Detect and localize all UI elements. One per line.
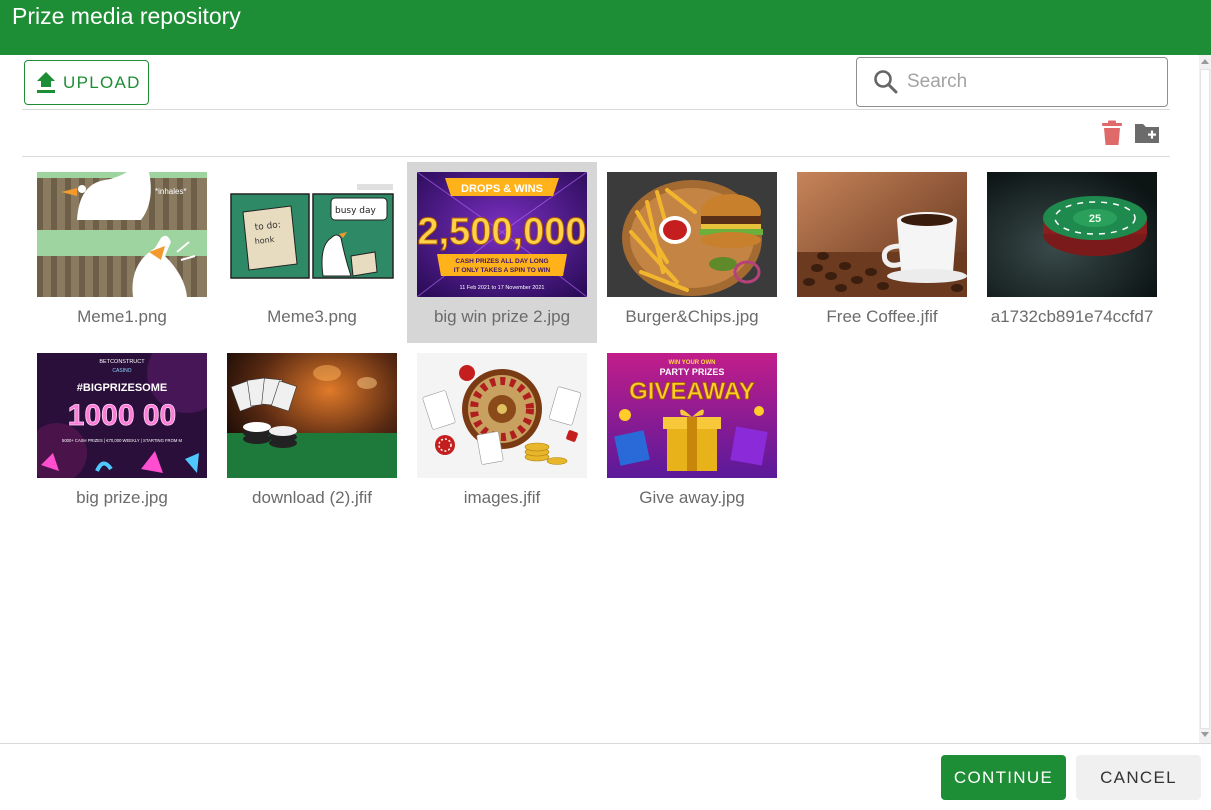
thumbnail-image: [227, 353, 397, 478]
prize-footer-text: 5000+ CASH PRIZES | €70,000 WEEKLY | STA…: [62, 438, 182, 443]
continue-button[interactable]: CONTINUE: [941, 755, 1066, 800]
promo-line2-text: IT ONLY TAKES A SPIN TO WIN: [454, 267, 551, 274]
scroll-up-arrow-icon[interactable]: [1201, 59, 1209, 64]
media-name: images.jfif: [463, 488, 541, 507]
media-name: download (2).jfif: [251, 488, 372, 507]
thumbnail-image: [797, 172, 967, 297]
media-tile[interactable]: Burger&Chips.jpg: [597, 162, 787, 343]
thumbnail-image: [607, 172, 777, 297]
promo-dates-text: 11 Feb 2021 to 17 November 2021: [460, 285, 545, 291]
media-name: big prize.jpg: [76, 488, 168, 507]
brand-text: BETCONSTRUCT: [99, 359, 145, 365]
trash-icon[interactable]: [1100, 120, 1124, 146]
media-repository-dialog: Prize media repository UPLOAD Search *in…: [0, 0, 1211, 810]
thumbnail-image: BETCONSTRUCT CASINO #BIGPRIZESOME 1000 0…: [37, 353, 207, 478]
thumbnail-image: *inhales* HONK: [37, 172, 207, 297]
giveaway-main-text: GIVEAWAY: [629, 378, 755, 405]
thumbnail-image: DROPS & WINS 2,500,000 CASH PRIZES ALL D…: [417, 172, 587, 297]
media-name: big win prize 2.jpg: [433, 307, 571, 326]
giveaway-party-text: PARTY PRIZES: [660, 367, 725, 377]
dialog-header: Prize media repository: [0, 0, 1211, 55]
media-tile[interactable]: download (2).jfif: [217, 343, 407, 524]
brand-sub-text: CASINO: [112, 368, 131, 374]
meme-honk-text: HONK: [153, 288, 183, 297]
giveaway-top-text: WIN YOUR OWN: [669, 360, 716, 366]
vertical-scrollbar[interactable]: [1199, 55, 1211, 743]
thumbnail-image: 25: [987, 172, 1157, 297]
media-name: Meme3.png: [267, 307, 357, 326]
scroll-thumb[interactable]: [1200, 69, 1210, 729]
cancel-button[interactable]: CANCEL: [1076, 755, 1201, 800]
dialog-footer: CONTINUE CANCEL: [0, 743, 1211, 810]
actions-bar: [22, 110, 1170, 157]
media-tile[interactable]: BETCONSTRUCT CASINO #BIGPRIZESOME 1000 0…: [27, 343, 217, 524]
upload-icon: [37, 71, 55, 93]
media-tile[interactable]: to do: honk busy day Meme3.png: [217, 162, 407, 343]
create-new-folder-icon[interactable]: [1133, 121, 1161, 145]
media-tile-selected[interactable]: DROPS & WINS 2,500,000 CASH PRIZES ALL D…: [407, 162, 597, 343]
search-icon: [874, 70, 898, 94]
search-box[interactable]: [856, 57, 1168, 107]
toolbar: UPLOAD: [22, 55, 1170, 110]
media-name: Give away.jpg: [639, 488, 745, 507]
media-name: Meme1.png: [77, 307, 167, 326]
meme-busy-text: busy day: [335, 206, 377, 216]
media-name: Burger&Chips.jpg: [625, 307, 759, 326]
promo-amount-text: 2,500,000: [417, 211, 586, 253]
upload-label: UPLOAD: [63, 72, 141, 92]
thumbnail-image: [417, 353, 587, 478]
media-name: a1732cb891e74ccfd7: [990, 307, 1154, 326]
promo-line1-text: CASH PRIZES ALL DAY LONG: [455, 258, 548, 265]
thumbnail-image: to do: honk busy day: [227, 172, 397, 297]
prize-amount-text: 1000 00: [68, 399, 176, 432]
chip-value-text: 25: [1089, 213, 1101, 225]
thumbnail-image: WIN YOUR OWN PARTY PRIZES GIVEAWAY: [607, 353, 777, 478]
media-tile[interactable]: WIN YOUR OWN PARTY PRIZES GIVEAWAY Give …: [597, 343, 787, 524]
hashtag-text: #BIGPRIZESOME: [77, 382, 167, 394]
meme-inhales-text: *inhales*: [155, 187, 187, 196]
search-input[interactable]: [907, 71, 1157, 93]
media-tile[interactable]: *inhales* HONK Meme1.png: [27, 162, 217, 343]
promo-title-text: DROPS & WINS: [461, 183, 543, 195]
scroll-down-arrow-icon[interactable]: [1201, 732, 1209, 737]
media-tile[interactable]: 25 a1732cb891e74ccfd7: [977, 162, 1167, 343]
media-name: Free Coffee.jfif: [826, 307, 938, 326]
upload-button[interactable]: UPLOAD: [24, 60, 149, 105]
media-tile[interactable]: images.jfif: [407, 343, 597, 524]
media-tile[interactable]: Free Coffee.jfif: [787, 162, 977, 343]
dialog-title: Prize media repository: [12, 3, 241, 29]
